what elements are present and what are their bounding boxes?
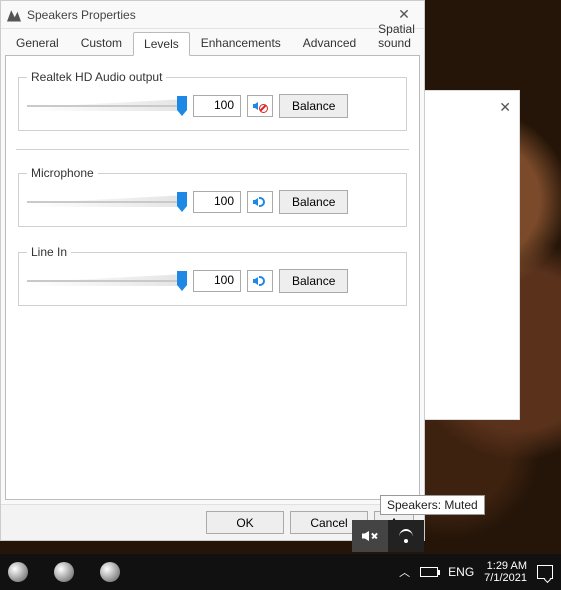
ok-button[interactable]: OK — [206, 511, 284, 534]
volume-flyout — [352, 520, 424, 552]
mute-button-output[interactable] — [247, 95, 273, 117]
tray-date: 7/1/2021 — [484, 572, 527, 584]
balance-button-output[interactable]: Balance — [279, 94, 348, 118]
volume-slider-linein[interactable] — [27, 270, 187, 292]
battery-icon[interactable] — [420, 567, 438, 577]
volume-value-microphone[interactable]: 100 — [193, 191, 241, 213]
window-title: Speakers Properties — [27, 8, 390, 22]
taskbar: ︿ ENG 1:29 AM 7/1/2021 — [0, 554, 561, 590]
close-icon[interactable]: ✕ — [499, 99, 511, 116]
tab-advanced[interactable]: Advanced — [292, 31, 367, 55]
tray-overflow-chevron-icon[interactable]: ︿ — [399, 564, 410, 580]
volume-muted-tile[interactable] — [352, 520, 388, 552]
channel-group-linein: Line In 100 Balance — [18, 245, 407, 306]
channel-group-microphone: Microphone 100 Balance — [18, 166, 407, 227]
taskbar-app-icon[interactable] — [54, 562, 74, 582]
tab-general[interactable]: General — [5, 31, 70, 55]
tab-body: Realtek HD Audio output 100 Balance Micr… — [5, 55, 420, 500]
action-center-icon[interactable] — [537, 565, 553, 579]
mute-button-microphone[interactable] — [247, 191, 273, 213]
tab-spatial[interactable]: Spatial sound — [367, 17, 426, 55]
wifi-icon — [398, 528, 414, 544]
speaker-icon — [253, 274, 267, 288]
volume-value-output[interactable]: 100 — [193, 95, 241, 117]
tab-strip: General Custom Levels Enhancements Advan… — [1, 29, 424, 55]
taskbar-app-icon[interactable] — [8, 562, 28, 582]
channel-label: Realtek HD Audio output — [27, 70, 166, 84]
tray-tooltip: Speakers: Muted — [380, 495, 485, 515]
separator — [16, 149, 409, 150]
taskbar-app-icon[interactable] — [100, 562, 120, 582]
network-tile[interactable] — [388, 520, 424, 552]
tray-time: 1:29 AM — [484, 560, 527, 572]
channel-group-output: Realtek HD Audio output 100 Balance — [18, 70, 407, 131]
mute-button-linein[interactable] — [247, 270, 273, 292]
speaker-icon — [253, 195, 267, 209]
tab-levels[interactable]: Levels — [133, 32, 190, 56]
tray-language[interactable]: ENG — [448, 565, 474, 579]
titlebar: Speakers Properties ✕ — [1, 1, 424, 29]
tray-clock[interactable]: 1:29 AM 7/1/2021 — [484, 560, 527, 584]
tab-enhancements[interactable]: Enhancements — [190, 31, 292, 55]
channel-label: Microphone — [27, 166, 98, 180]
speaker-app-icon — [7, 8, 21, 22]
balance-button-microphone[interactable]: Balance — [279, 190, 348, 214]
channel-label: Line In — [27, 245, 71, 259]
volume-slider-microphone[interactable] — [27, 191, 187, 213]
speaker-muted-icon — [253, 99, 267, 113]
system-tray: ︿ ENG 1:29 AM 7/1/2021 — [399, 560, 561, 584]
speakers-properties-dialog: Speakers Properties ✕ General Custom Lev… — [0, 0, 425, 541]
volume-value-linein[interactable]: 100 — [193, 270, 241, 292]
volume-slider-output[interactable] — [27, 95, 187, 117]
tab-custom[interactable]: Custom — [70, 31, 133, 55]
speaker-muted-white-icon — [362, 528, 378, 544]
balance-button-linein[interactable]: Balance — [279, 269, 348, 293]
